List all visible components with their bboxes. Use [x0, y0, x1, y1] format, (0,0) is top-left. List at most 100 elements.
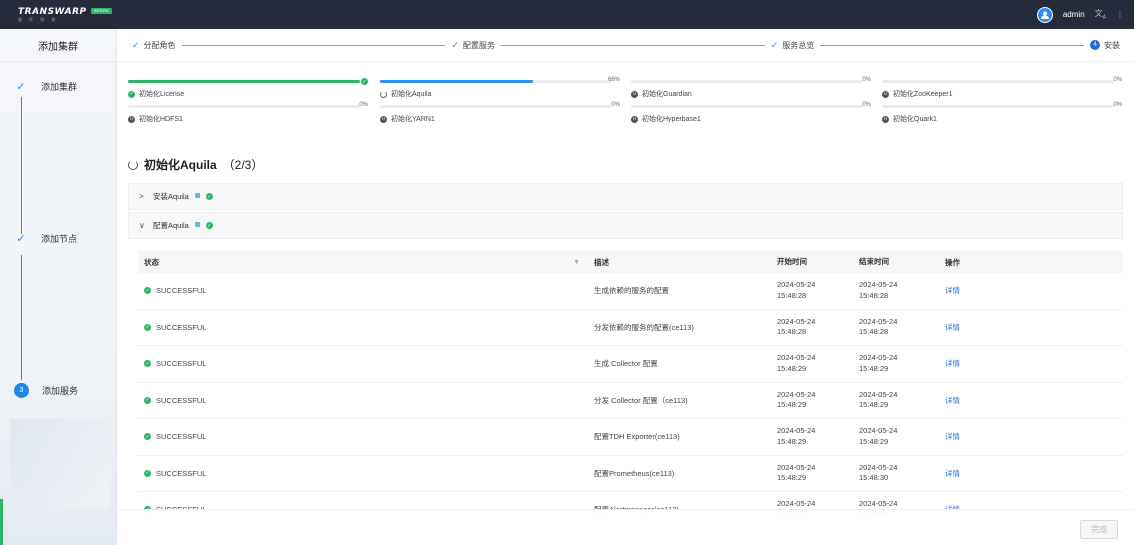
progress-percent: 0%	[359, 102, 368, 108]
progress-label-row: ıı 初始化Guardian	[631, 89, 871, 99]
progress-bar: 0%	[882, 77, 1122, 83]
progress-label: 初始化Quark1	[893, 116, 937, 123]
success-icon: ✓	[144, 360, 151, 368]
accent-bar	[0, 499, 3, 545]
main-content: ✓ 分配角色 ✓ 配置服务 ✓ 服务总览 4 安装 ✓ ✓ 初始化License 66% 初始化…	[118, 29, 1134, 545]
chevron-down-icon: ∨	[139, 221, 145, 230]
pending-icon: ıı	[631, 90, 638, 98]
sidebar-step-add-node: ✓ 添加节点	[14, 232, 77, 245]
top-bar: TRANSWARP INTERN 星 环 科 技 admin 文A ⋮	[0, 0, 1134, 29]
section-count: （2/3）	[222, 158, 264, 172]
desc-cell: 分发依赖的服务的配置(ce113)	[594, 322, 694, 332]
table-row: ✓ SUCCESSFUL 生成依赖的服务的配置 2024-05-24 15:48:28 2…	[138, 273, 1123, 310]
accordion-label: 配置Aquila	[153, 221, 189, 230]
end-cell: 2024-05-24 15:48:28	[859, 280, 945, 301]
desc-cell: 配置Prometheus(ce113)	[594, 468, 675, 478]
desc-cell: 生成 Collector 配置	[594, 359, 658, 369]
accordion-config[interactable]: ∨ 配置Aquila IIIII ✓	[128, 212, 1123, 239]
filter-icon[interactable]: ▼	[573, 259, 580, 266]
pending-icon: ıı	[882, 90, 889, 98]
progress-label-row: ıı 初始化Hyperbase1	[631, 114, 871, 124]
progress-dots-icon: IIIII	[194, 193, 201, 200]
action-cell: 详情	[945, 285, 1025, 296]
accordion-install[interactable]: > 安装Aquila IIIII ✓	[128, 183, 1123, 210]
progress-label-row: ıı 初始化YARN1	[380, 114, 620, 124]
progress-item: 66% 初始化Aquila	[380, 77, 620, 99]
start-date: 2024-05-24	[777, 316, 816, 326]
details-link[interactable]: 详情	[945, 286, 960, 295]
pending-icon: ıı	[128, 115, 135, 123]
success-icon: ✓	[144, 469, 151, 477]
table-body: ✓ SUCCESSFUL 生成依赖的服务的配置 2024-05-24 15:48:28 2…	[138, 273, 1123, 529]
done-button[interactable]: 完成	[1080, 520, 1118, 539]
status-text: SUCCESSFUL	[156, 286, 207, 296]
progress-label: 初始化Hyperbase1	[642, 116, 701, 123]
start-time: 15:48:29	[777, 473, 807, 483]
user-icon	[1040, 11, 1049, 19]
start-date: 2024-05-24	[777, 353, 816, 363]
progress-percent: 66%	[607, 77, 620, 83]
progress-percent: 0%	[611, 102, 620, 108]
stepper-line	[500, 44, 765, 46]
action-cell: 详情	[945, 322, 1025, 333]
status-cell: ✓ SUCCESSFUL	[138, 469, 588, 478]
more-icon[interactable]: ⋮	[1116, 10, 1124, 19]
stepper-step-assign-roles: ✓ 分配角色	[132, 40, 176, 51]
end-cell: 2024-05-24 15:48:29	[859, 426, 945, 447]
details-link[interactable]: 详情	[945, 432, 960, 441]
details-link[interactable]: 详情	[945, 323, 960, 332]
stepper-label: 安装	[1103, 40, 1120, 50]
section-title: 初始化Aquila	[144, 158, 217, 172]
end-date: 2024-05-24	[859, 353, 898, 363]
success-icon: ✓	[144, 323, 151, 331]
success-icon: ✓	[144, 287, 151, 295]
sidebar-title: 添加集群	[0, 29, 116, 62]
start-cell: 2024-05-24 15:48:29	[777, 390, 859, 411]
end-time: 15:48:28	[859, 290, 889, 300]
progress-item: 0% ıı 初始化Quark1	[882, 102, 1122, 124]
end-date: 2024-05-24	[859, 316, 898, 326]
end-date: 2024-05-24	[859, 426, 898, 436]
action-cell: 详情	[945, 431, 1025, 442]
success-icon: ✓	[205, 193, 213, 200]
sidebar: 添加集群 ✓ 添加集群 ✓ 添加节点 3 添加服务	[0, 29, 117, 545]
progress-label: 初始化ZooKeeper1	[893, 91, 953, 98]
install-stepper: ✓ 分配角色 ✓ 配置服务 ✓ 服务总览 4 安装	[118, 29, 1134, 62]
end-time: 15:48:30	[859, 473, 889, 483]
step-number: 4	[1089, 40, 1100, 50]
header-desc: 描述	[594, 257, 609, 267]
progress-label-row: ıı 初始化Quark1	[882, 114, 1122, 124]
username[interactable]: admin	[1063, 10, 1085, 19]
table-header: 状态 ▼ 描述 开始时间 结束时间 操作	[138, 251, 1123, 273]
action-cell: 详情	[945, 468, 1025, 479]
progress-percent: 0%	[862, 102, 871, 108]
end-cell: 2024-05-2415:48:30	[859, 463, 945, 484]
decorative-illustration	[10, 419, 110, 509]
task-table: 状态 ▼ 描述 开始时间 结束时间 操作 ✓ SUCCESSFUL 生成依赖的服务的配…	[138, 251, 1123, 529]
translate-icon[interactable]: 文A	[1095, 8, 1106, 21]
details-link[interactable]: 详情	[945, 396, 960, 405]
success-icon: ✓	[128, 90, 135, 98]
progress-bar: 0%	[882, 102, 1122, 108]
stepper-line	[820, 44, 1084, 46]
header-action: 操作	[945, 257, 960, 267]
details-link[interactable]: 详情	[945, 469, 960, 478]
success-icon: ✓	[361, 78, 368, 85]
pending-icon: ıı	[882, 115, 889, 123]
check-icon: ✓	[16, 233, 26, 245]
header-end: 结束时间	[859, 256, 889, 266]
details-link[interactable]: 详情	[945, 359, 960, 368]
status-cell: ✓ SUCCESSFUL	[138, 323, 588, 332]
action-cell: 详情	[945, 358, 1025, 369]
table-row: ✓ SUCCESSFUL 配置TDH Exporter(ce113) 2024-05-…	[138, 419, 1123, 456]
progress-label-row: ıı 初始化ZooKeeper1	[882, 89, 1122, 99]
progress-bar: 0%	[128, 102, 368, 108]
progress-item: 0% ıı 初始化YARN1	[380, 102, 620, 124]
stepper-step-configure-services: ✓ 配置服务	[451, 40, 495, 51]
progress-label-row: ✓ 初始化License	[128, 89, 368, 99]
desc-cell: 配置TDH Exporter(ce113)	[594, 432, 680, 442]
start-time: 15:48:28	[777, 290, 807, 300]
avatar[interactable]	[1036, 6, 1053, 23]
action-cell: 详情	[945, 395, 1025, 406]
status-text: SUCCESSFUL	[156, 322, 207, 332]
